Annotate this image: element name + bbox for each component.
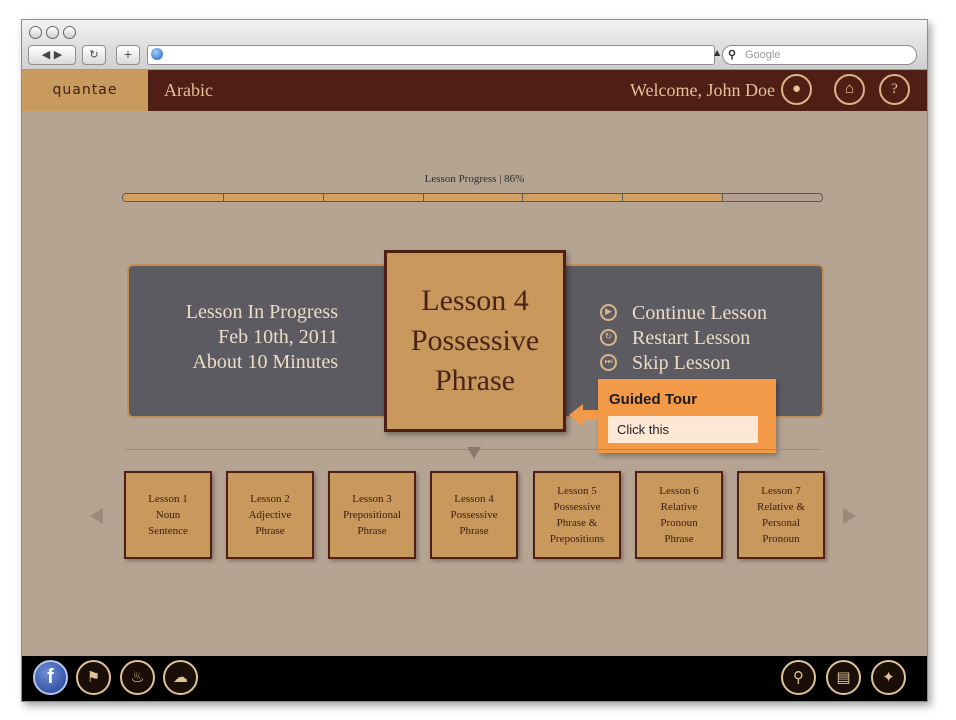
search-placeholder: Google (745, 49, 781, 61)
progress-segment-divider (222, 194, 224, 201)
compass-icon[interactable]: ✦ (871, 660, 906, 695)
book-icon[interactable]: ▤ (826, 660, 861, 695)
restart-icon: ↻ (600, 329, 617, 346)
progress-segment-divider (522, 194, 524, 201)
search-icon: ⚲ (728, 49, 737, 61)
lesson-card[interactable]: Lesson 1 Noun Sentence (124, 471, 212, 559)
carousel-prev-arrow-icon[interactable] (90, 508, 103, 524)
close-window-button[interactable] (29, 26, 42, 39)
flag-icon[interactable]: ⚑ (76, 660, 111, 695)
progress-label: Lesson Progress | 86% (424, 173, 525, 185)
bell-icon[interactable]: ♨ (120, 660, 155, 695)
lesson-card[interactable]: Lesson 7 Relative & Personal Pronoun (737, 471, 825, 559)
back-forward-group: ◀ ▶ (28, 45, 76, 65)
reload-button[interactable]: ↻ (82, 45, 106, 65)
lesson-card[interactable]: Lesson 3 Prepositional Phrase (328, 471, 416, 559)
home-icon[interactable]: ⌂ (834, 74, 865, 105)
new-tab-button[interactable]: + (116, 45, 140, 65)
continue-lesson-button[interactable]: ▶ Continue Lesson (600, 301, 767, 326)
lesson-status: Lesson In Progress Feb 10th, 2011 About … (170, 300, 338, 375)
globe-icon (151, 48, 163, 60)
current-lesson-title-2: Phrase (435, 364, 515, 397)
status-date: Feb 10th, 2011 (218, 326, 338, 348)
zoom-window-button[interactable] (63, 26, 76, 39)
browser-window: ◀ ▶ ↻ + ▲ ⚲ Google quantae Arabic Welcom… (21, 19, 928, 702)
play-icon: ▶ (600, 304, 617, 321)
continue-lesson-label: Continue Lesson (632, 302, 767, 324)
progress-fill (123, 194, 725, 201)
browser-toolbar: ◀ ▶ ↻ + ▲ ⚲ Google (22, 20, 927, 70)
restart-lesson-label: Restart Lesson (632, 327, 751, 349)
carousel-next-arrow-icon[interactable] (843, 508, 856, 524)
current-lesson-marker-icon (467, 447, 481, 459)
lesson-card-label: Lesson 2 Adjective Phrase (248, 493, 292, 537)
user-icon[interactable]: ● (781, 74, 812, 105)
lesson-actions: ▶ Continue Lesson ↻ Restart Lesson ⏭ Ski… (600, 301, 767, 376)
lesson-card-label: Lesson 4 Possessive Phrase (450, 493, 498, 537)
lesson-card[interactable]: Lesson 2 Adjective Phrase (226, 471, 314, 559)
lesson-card[interactable]: Lesson 4 Possessive Phrase (430, 471, 518, 559)
forward-arrow-icon[interactable]: ▶ (54, 48, 62, 61)
progress-segment-divider (422, 194, 424, 201)
lesson-card-label: Lesson 5 Possessive Phrase & Preposition… (549, 485, 605, 545)
footer-toolbar: f ⚑ ♨ ☁ ⚲ ▤ ✦ (22, 656, 927, 701)
skip-lesson-label: Skip Lesson (632, 352, 731, 374)
facebook-icon[interactable]: f (33, 660, 68, 695)
app-header: quantae Arabic Welcome, John Doe ● ⌂ ? (22, 70, 927, 111)
reload-icon: ↻ (89, 48, 99, 61)
current-lesson-number: Lesson 4 (421, 284, 529, 317)
restart-lesson-button[interactable]: ↻ Restart Lesson (600, 326, 767, 351)
chat-icon[interactable]: ☁ (163, 660, 198, 695)
tooltip-body: Click this (608, 416, 758, 443)
progress-segment-divider (622, 194, 624, 201)
url-bar[interactable] (147, 45, 715, 65)
search-field[interactable]: ⚲ Google (722, 45, 917, 65)
lesson-card-label: Lesson 7 Relative & Personal Pronoun (757, 485, 805, 545)
status-duration: About 10 Minutes (192, 351, 338, 373)
minimize-window-button[interactable] (46, 26, 59, 39)
progress-segment-divider (322, 194, 324, 201)
current-lesson-card[interactable]: Lesson 4 Possessive Phrase (384, 250, 566, 432)
lesson-card-label: Lesson 6 Relative Pronoun Phrase (659, 485, 699, 545)
lesson-card[interactable]: Lesson 6 Relative Pronoun Phrase (635, 471, 723, 559)
url-dropdown-icon[interactable]: ▲ (714, 48, 720, 57)
status-line: Lesson In Progress (185, 301, 338, 323)
tooltip-arrow-icon (569, 404, 583, 426)
guided-tour-tooltip[interactable]: Guided Tour Click this (598, 379, 776, 453)
progress-segment-divider (722, 194, 724, 201)
progress-bar (122, 193, 823, 202)
lesson-card-label: Lesson 1 Noun Sentence (148, 493, 188, 537)
lesson-card[interactable]: Lesson 5 Possessive Phrase & Preposition… (533, 471, 621, 559)
tooltip-title: Guided Tour (609, 391, 698, 408)
skip-lesson-button[interactable]: ⏭ Skip Lesson (600, 351, 767, 376)
current-lesson-title-1: Possessive (410, 324, 540, 357)
tooltip-arrow-stem (582, 410, 599, 420)
skip-icon: ⏭ (600, 354, 617, 371)
welcome-message: Welcome, John Doe (629, 80, 775, 100)
back-arrow-icon[interactable]: ◀ (42, 48, 50, 61)
help-icon[interactable]: ? (879, 74, 910, 105)
subject-label[interactable]: Arabic (164, 70, 213, 111)
plus-icon: + (123, 48, 133, 61)
logo[interactable]: quantae (22, 70, 148, 111)
lesson-card-label: Lesson 3 Prepositional Phrase (342, 493, 402, 537)
search-icon[interactable]: ⚲ (781, 660, 816, 695)
